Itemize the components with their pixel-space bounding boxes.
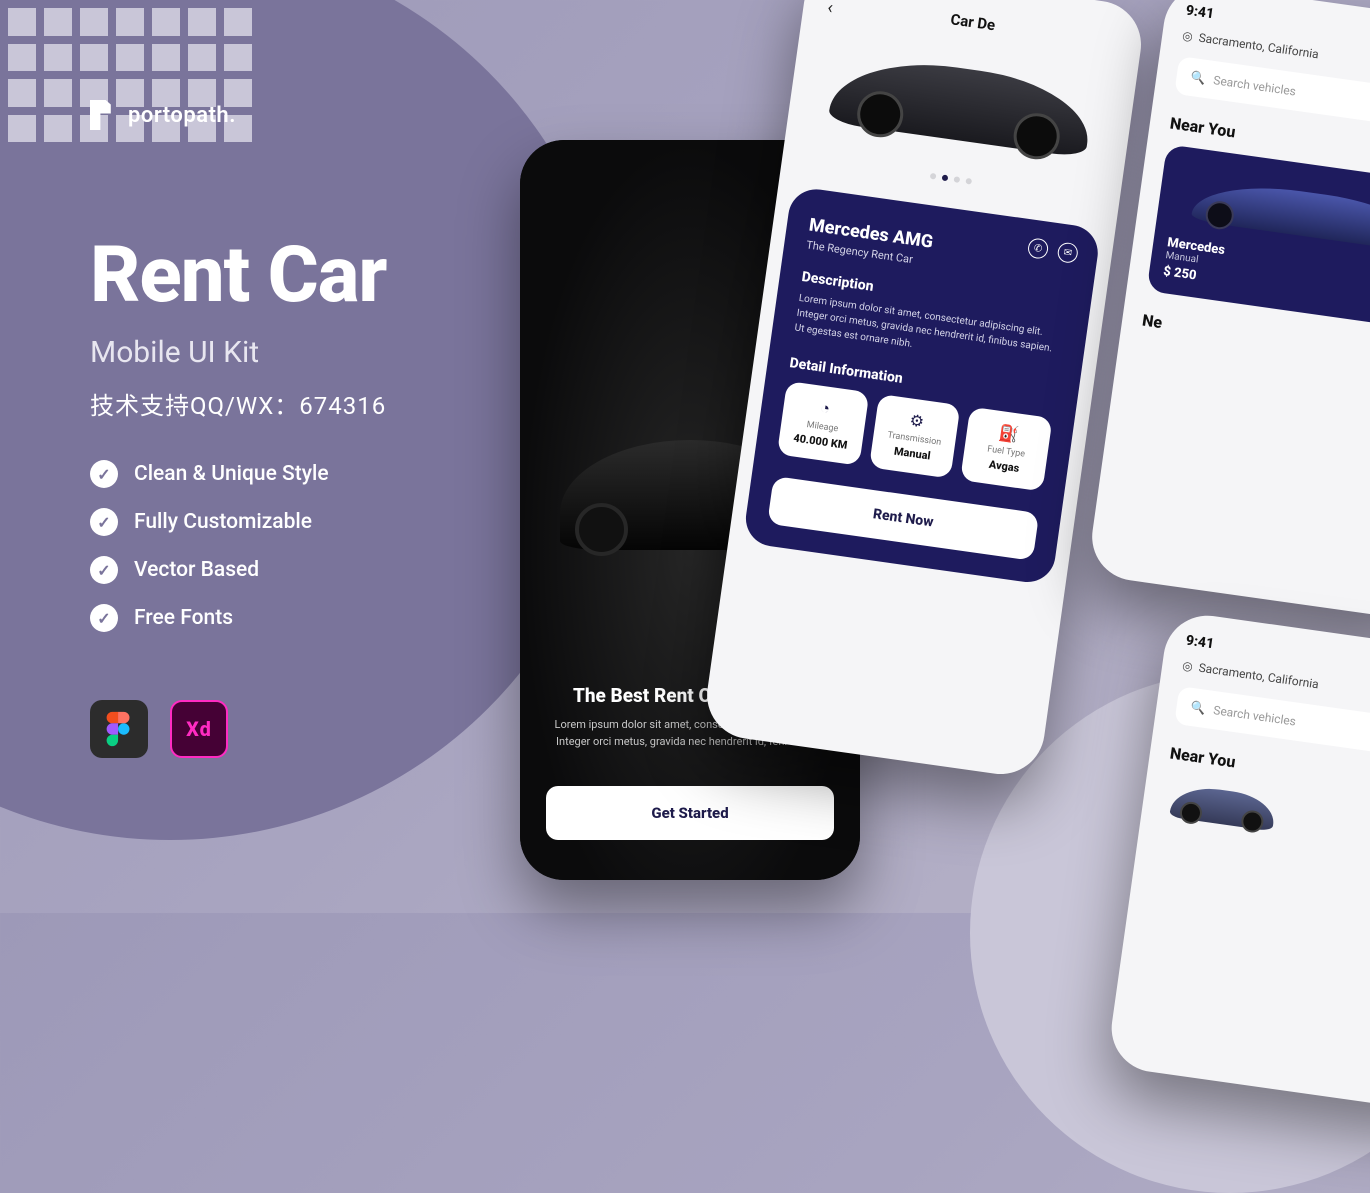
feature-item: ✓ Free Fonts: [90, 604, 329, 632]
check-icon: ✓: [90, 556, 118, 584]
mileage-card: ◔ Mileage 40.000 KM: [777, 381, 869, 466]
brand-name: portopath.: [128, 103, 236, 128]
hero-title: Rent Car: [90, 230, 386, 321]
check-icon: ✓: [90, 508, 118, 536]
figma-icon: [90, 700, 148, 758]
search-icon: 🔍: [1190, 700, 1207, 716]
portopath-logo-icon: [90, 100, 116, 130]
home-screen-bottom: ııl ᯤ ▮ 9:41 ◎Sacramento, California 🔍Se…: [1106, 610, 1370, 1113]
search-icon: 🔍: [1190, 70, 1207, 86]
check-icon: ✓: [90, 604, 118, 632]
hero-subtitle: Mobile UI Kit: [90, 335, 386, 370]
phone-icon[interactable]: ✆: [1027, 237, 1050, 260]
feature-label: Clean & Unique Style: [134, 462, 329, 486]
section-title-cut: Ne: [1141, 311, 1370, 372]
feature-label: Free Fonts: [134, 606, 233, 630]
feature-list: ✓ Clean & Unique Style ✓ Fully Customizabl…: [90, 460, 329, 632]
car-detail-screen: ‹ Car De ✆ ✉ Mercedes AMG The Regency Re…: [701, 0, 1146, 780]
feature-item: ✓ Fully Customizable: [90, 508, 329, 536]
fuel-card: ⛽ Fuel Type Avgas: [960, 407, 1052, 492]
get-started-button[interactable]: Get Started: [546, 786, 834, 840]
car-card[interactable]: Mercedes Manual $ 250: [1147, 144, 1370, 332]
support-text: 技术支持QQ/WX：674316: [90, 386, 386, 421]
rent-now-button[interactable]: Rent Now: [767, 476, 1039, 561]
location-pin-icon: ◎: [1181, 28, 1193, 43]
chat-icon[interactable]: ✉: [1056, 241, 1079, 264]
feature-item: ✓ Vector Based: [90, 556, 329, 584]
check-icon: ✓: [90, 460, 118, 488]
feature-label: Vector Based: [134, 558, 259, 582]
feature-label: Fully Customizable: [134, 510, 312, 534]
feature-item: ✓ Clean & Unique Style: [90, 460, 329, 488]
adobe-xd-icon: Xd: [170, 700, 228, 758]
car-image: [1159, 770, 1286, 846]
location-pin-icon: ◎: [1181, 658, 1193, 673]
brand: portopath.: [90, 100, 236, 130]
transmission-card: ⚙ Transmission Manual: [869, 394, 961, 479]
